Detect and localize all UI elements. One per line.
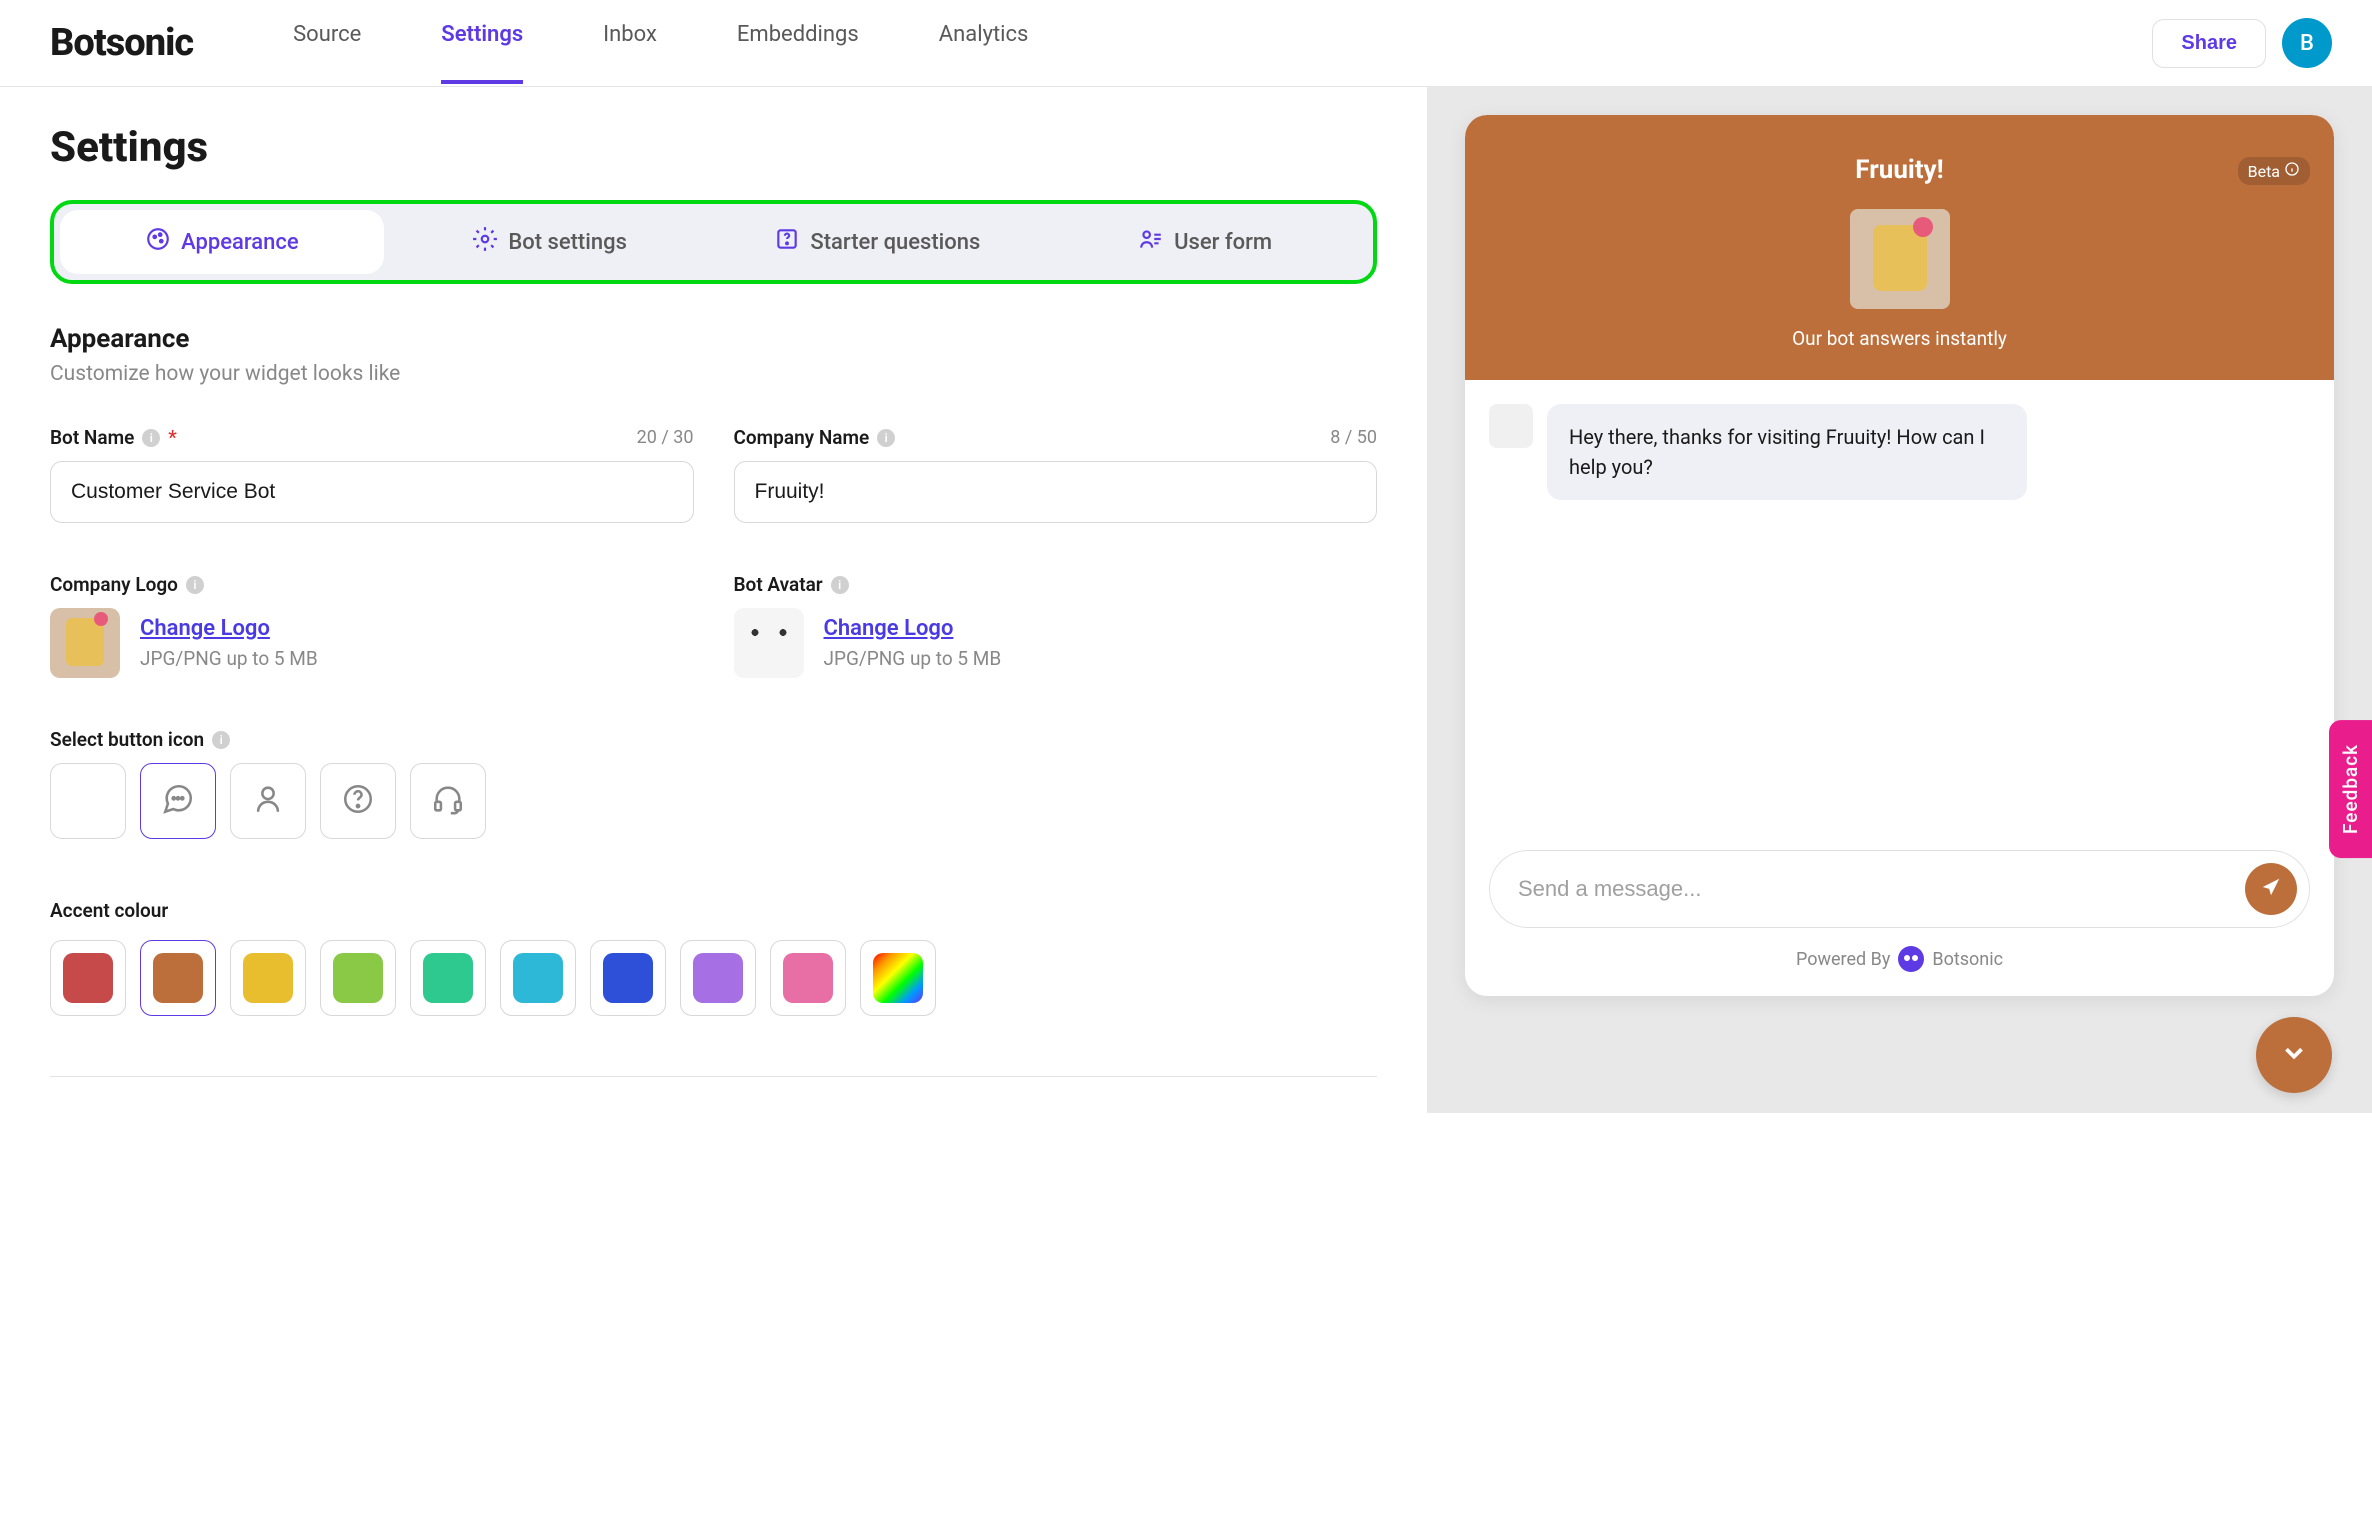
info-icon — [2284, 161, 2300, 181]
color-swatch — [513, 953, 563, 1003]
settings-tab-bar: Appearance Bot settings Starter question… — [50, 200, 1377, 284]
color-swatch — [423, 953, 473, 1003]
powered-by-label: Powered By Botsonic — [1489, 946, 2310, 972]
info-icon[interactable]: i — [212, 731, 230, 749]
nav-analytics[interactable]: Analytics — [939, 22, 1029, 65]
required-mark: * — [168, 426, 177, 449]
bot-avatar-thumbnail — [734, 608, 804, 678]
botsonic-logo-icon — [1898, 946, 1924, 972]
accent-color-custom[interactable] — [860, 940, 936, 1016]
app-logo: Botsonic — [50, 21, 193, 65]
help-circle-icon — [341, 782, 375, 820]
accent-color-option[interactable] — [500, 940, 576, 1016]
accent-colour-label: Accent colour — [50, 899, 1377, 922]
tab-user-form[interactable]: User form — [1043, 210, 1367, 274]
tab-appearance-label: Appearance — [181, 230, 299, 255]
tab-bot-settings[interactable]: Bot settings — [388, 210, 712, 274]
question-card-icon — [774, 226, 800, 258]
send-message-button[interactable] — [2245, 863, 2297, 915]
tab-bot-settings-label: Bot settings — [508, 230, 627, 255]
bot-avatar-hint: JPG/PNG up to 5 MB — [824, 647, 1002, 670]
section-title: Appearance — [50, 324, 1377, 354]
accent-color-option[interactable] — [230, 940, 306, 1016]
company-name-input[interactable] — [734, 461, 1378, 523]
color-swatch — [333, 953, 383, 1003]
color-swatch — [63, 953, 113, 1003]
company-name-counter: 8 / 50 — [1330, 427, 1377, 448]
color-swatch — [783, 953, 833, 1003]
button-icon-option-avatar[interactable] — [50, 763, 126, 839]
user-form-icon — [1138, 226, 1164, 258]
color-swatch — [243, 953, 293, 1003]
button-icon-option-user[interactable] — [230, 763, 306, 839]
color-swatch — [603, 953, 653, 1003]
bot-name-label: Bot Name — [50, 426, 134, 449]
accent-color-option[interactable] — [410, 940, 486, 1016]
button-icon-option-chat[interactable] — [140, 763, 216, 839]
info-icon[interactable]: i — [186, 576, 204, 594]
chat-widget-toggle-button[interactable] — [2256, 1017, 2332, 1093]
tab-appearance[interactable]: Appearance — [60, 210, 384, 274]
change-bot-avatar-link[interactable]: Change Logo — [824, 616, 1002, 641]
palette-icon — [145, 226, 171, 258]
bot-message-bubble: Hey there, thanks for visiting Fruuity! … — [1547, 404, 2027, 500]
bot-avatar-label: Bot Avatar — [734, 573, 823, 596]
nav-inbox[interactable]: Inbox — [603, 22, 657, 65]
info-icon[interactable]: i — [831, 576, 849, 594]
preview-company-logo — [1850, 209, 1950, 309]
company-logo-hint: JPG/PNG up to 5 MB — [140, 647, 318, 670]
info-icon[interactable]: i — [877, 429, 895, 447]
tab-starter-questions-label: Starter questions — [810, 230, 980, 255]
section-subtitle: Customize how your widget looks like — [50, 362, 1377, 386]
change-company-logo-link[interactable]: Change Logo — [140, 616, 318, 641]
bot-name-counter: 20 / 30 — [637, 427, 694, 448]
company-logo-thumbnail — [50, 608, 120, 678]
nav-source[interactable]: Source — [293, 22, 361, 65]
send-icon — [2260, 876, 2282, 902]
rainbow-swatch — [873, 953, 923, 1003]
accent-color-option[interactable] — [590, 940, 666, 1016]
color-swatch — [693, 953, 743, 1003]
nav-embeddings[interactable]: Embeddings — [737, 22, 859, 65]
chevron-down-icon — [2279, 1038, 2309, 1072]
company-name-label: Company Name — [734, 426, 870, 449]
user-avatar[interactable]: B — [2282, 18, 2332, 68]
headset-icon — [431, 782, 465, 820]
accent-color-option[interactable] — [320, 940, 396, 1016]
tab-starter-questions[interactable]: Starter questions — [716, 210, 1040, 274]
chat-preview-widget: Fruuity! Beta Our bot answers instantly … — [1465, 115, 2334, 996]
nav-settings[interactable]: Settings — [441, 22, 523, 65]
page-title: Settings — [50, 123, 1377, 172]
feedback-tab[interactable]: Feedback — [2329, 720, 2372, 858]
gear-icon — [472, 226, 498, 258]
button-icon-label: Select button icon — [50, 728, 204, 751]
message-bot-avatar — [1489, 404, 1533, 448]
bot-name-input[interactable] — [50, 461, 694, 523]
accent-color-option[interactable] — [50, 940, 126, 1016]
section-divider — [50, 1076, 1377, 1077]
preview-bot-title: Fruuity! — [1489, 155, 2310, 185]
color-swatch — [153, 953, 203, 1003]
button-icon-option-headset[interactable] — [410, 763, 486, 839]
tab-user-form-label: User form — [1174, 230, 1272, 255]
share-button[interactable]: Share — [2152, 19, 2266, 68]
preview-subtitle: Our bot answers instantly — [1489, 327, 2310, 350]
user-icon — [251, 782, 285, 820]
accent-color-option[interactable] — [680, 940, 756, 1016]
chat-bubble-icon — [161, 782, 195, 820]
beta-badge: Beta — [2238, 157, 2310, 185]
accent-color-option[interactable] — [140, 940, 216, 1016]
company-logo-label: Company Logo — [50, 573, 178, 596]
chat-message-input[interactable] — [1518, 876, 2245, 902]
button-icon-option-help[interactable] — [320, 763, 396, 839]
info-icon[interactable]: i — [142, 429, 160, 447]
accent-color-option[interactable] — [770, 940, 846, 1016]
